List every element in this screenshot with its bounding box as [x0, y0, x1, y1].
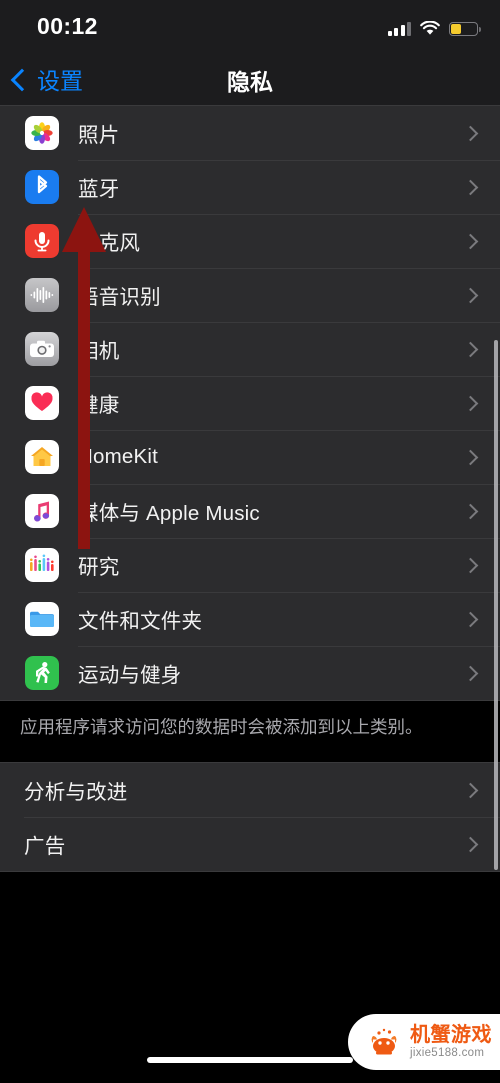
list-row-label: 蓝牙: [78, 178, 120, 201]
list-row-label: 麦克风: [78, 232, 141, 255]
navigation-bar: 设置 隐私: [0, 50, 500, 105]
list-row-label: 文件和文件夹: [78, 610, 203, 633]
list-row-label: 健康: [78, 394, 120, 417]
list-row-bluetooth[interactable]: 蓝牙: [0, 160, 500, 214]
status-bar: 00:12: [0, 0, 500, 50]
list-row-fitness[interactable]: 运动与健身: [0, 646, 500, 700]
fitness-icon: [25, 656, 59, 690]
list-row-music[interactable]: 媒体与 Apple Music: [0, 484, 500, 538]
crab-logo-icon: [364, 1022, 404, 1062]
list-row-health[interactable]: 健康: [0, 376, 500, 430]
watermark-subtitle: jixie5188.com: [410, 1046, 485, 1059]
list-row-label: 相机: [78, 340, 120, 363]
watermark-title: 机蟹游戏: [410, 1023, 492, 1046]
battery-fill: [451, 24, 461, 34]
wifi-icon: [420, 20, 440, 36]
status-bar-indicators: [387, 16, 482, 36]
chevron-right-icon: [462, 836, 479, 853]
bluetooth-icon: [25, 170, 59, 204]
list-row-extra-0[interactable]: 分析与改进: [0, 763, 500, 817]
list-row-label: 照片: [78, 124, 120, 147]
music-icon: [25, 494, 59, 528]
list-row-label: 语音识别: [78, 286, 161, 309]
battery-icon: [449, 22, 482, 36]
chevron-right-icon: [462, 782, 479, 799]
chevron-right-icon: [462, 179, 479, 196]
chevron-right-icon: [462, 503, 479, 520]
list-row-label: 广告: [24, 835, 66, 858]
files-icon: [25, 602, 59, 636]
chevron-right-icon: [462, 233, 479, 250]
status-bar-time: 00:12: [37, 13, 98, 39]
speech-recognition-icon: [25, 278, 59, 312]
chevron-right-icon: [462, 395, 479, 412]
iphone-screen: 00:12 设置 隐私 照片 蓝牙 麦克风 语音识别 相机 健康 HomeKit…: [0, 0, 500, 1083]
list-row-speech-recognition[interactable]: 语音识别: [0, 268, 500, 322]
privacy-section-footer-note: 应用程序请求访问您的数据时会被添加到以上类别。: [20, 717, 423, 737]
microphone-icon: [25, 224, 59, 258]
page-title: 隐私: [227, 69, 273, 95]
vertical-scrollbar[interactable]: [494, 340, 498, 870]
photos-icon: [25, 116, 59, 150]
chevron-right-icon: [462, 341, 479, 358]
homekit-icon: [25, 440, 59, 474]
chevron-right-icon: [462, 557, 479, 574]
list-row-label: 运动与健身: [78, 664, 182, 687]
list-row-photos[interactable]: 照片: [0, 106, 500, 160]
chevron-right-icon: [462, 665, 479, 682]
list-row-extra-1[interactable]: 广告: [0, 817, 500, 871]
privacy-categories-list: 照片蓝牙麦克风语音识别相机健康 HomeKit 媒体与 Apple Music 研究文…: [0, 105, 500, 701]
list-row-label: 分析与改进: [24, 781, 128, 804]
list-row-research[interactable]: 研究: [0, 538, 500, 592]
list-row-camera[interactable]: 相机: [0, 322, 500, 376]
health-icon: [25, 386, 59, 420]
home-indicator: [147, 1057, 353, 1063]
research-icon: [25, 548, 59, 582]
list-row-microphone[interactable]: 麦克风: [0, 214, 500, 268]
list-row-files[interactable]: 文件和文件夹: [0, 592, 500, 646]
list-row-label: HomeKit: [78, 445, 159, 468]
cellular-signal-icon: [387, 21, 411, 36]
chevron-right-icon: [462, 287, 479, 304]
watermark: 机蟹游戏 jixie5188.com: [348, 1014, 500, 1070]
chevron-right-icon: [462, 125, 479, 142]
list-row-homekit[interactable]: HomeKit: [0, 430, 500, 484]
chevron-right-icon: [462, 449, 479, 466]
camera-icon: [25, 332, 59, 366]
list-row-label: 研究: [78, 556, 120, 579]
list-row-label: 媒体与 Apple Music: [78, 502, 260, 525]
extra-settings-list: 分析与改进 广告: [0, 762, 500, 872]
chevron-right-icon: [462, 611, 479, 628]
